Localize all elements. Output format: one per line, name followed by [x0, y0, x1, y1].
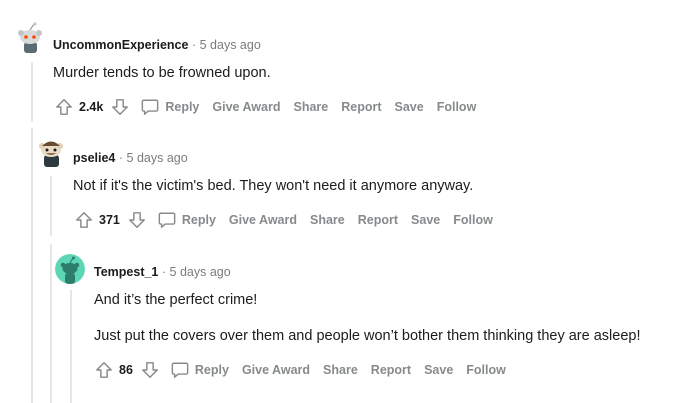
comment-actions: 2.4k Reply Give Award Share Report Save … [53, 96, 489, 118]
upvote-arrow-icon [96, 362, 112, 378]
give-award-button[interactable]: Give Award [242, 363, 310, 377]
speech-bubble-icon [158, 212, 176, 228]
reply-button[interactable]: Reply [158, 211, 216, 229]
upvote-button[interactable] [73, 209, 95, 231]
give-award-button[interactable]: Give Award [229, 213, 297, 227]
author-name[interactable]: Tempest_1 [94, 265, 158, 279]
follow-button[interactable]: Follow [466, 363, 506, 377]
author-name[interactable]: pselie4 [73, 151, 115, 165]
comment-meta: pselie4 · 5 days ago [73, 151, 188, 165]
comment-meta: Tempest_1 · 5 days ago [94, 265, 231, 279]
vote-score: 86 [119, 363, 133, 377]
downvote-button[interactable] [139, 359, 161, 381]
save-button[interactable]: Save [424, 363, 453, 377]
follow-button[interactable]: Follow [453, 213, 493, 227]
meta-separator: · [191, 38, 197, 52]
upvote-arrow-icon [76, 212, 92, 228]
author-name[interactable]: UncommonExperience [53, 38, 188, 52]
snoo-avatar-icon [55, 254, 85, 284]
comment-body: Murder tends to be frowned upon. [53, 65, 271, 81]
downvote-button[interactable] [109, 96, 131, 118]
snoo-avatar-icon [34, 134, 68, 168]
downvote-arrow-icon [128, 212, 145, 228]
downvote-button[interactable] [126, 209, 148, 231]
upvote-button[interactable] [93, 359, 115, 381]
timestamp[interactable]: 5 days ago [127, 151, 188, 165]
speech-bubble-icon [171, 362, 189, 378]
share-button[interactable]: Share [293, 100, 328, 114]
upvote-button[interactable] [53, 96, 75, 118]
speech-bubble-icon [141, 99, 159, 115]
reply-label: Reply [181, 213, 216, 227]
timestamp[interactable]: 5 days ago [170, 265, 231, 279]
downvote-arrow-icon [112, 99, 129, 115]
follow-button[interactable]: Follow [437, 100, 477, 114]
avatar[interactable] [13, 21, 47, 55]
report-button[interactable]: Report [358, 213, 398, 227]
thread-line[interactable] [31, 128, 33, 403]
reply-label: Reply [194, 363, 229, 377]
meta-separator: · [161, 265, 167, 279]
report-button[interactable]: Report [371, 363, 411, 377]
report-button[interactable]: Report [341, 100, 381, 114]
thread-line[interactable] [50, 244, 52, 403]
comment-actions: 371 Reply Give Award Share Report Save F… [73, 209, 506, 231]
timestamp[interactable]: 5 days ago [200, 38, 261, 52]
comment-meta: UncommonExperience · 5 days ago [53, 38, 261, 52]
reply-button[interactable]: Reply [141, 98, 199, 116]
thread-line[interactable] [70, 290, 72, 403]
comment-body-paragraph: Just put the covers over them and people… [94, 328, 641, 344]
meta-separator: · [118, 151, 124, 165]
share-button[interactable]: Share [310, 213, 345, 227]
share-button[interactable]: Share [323, 363, 358, 377]
vote-score: 371 [99, 213, 120, 227]
thread-line[interactable] [50, 176, 52, 236]
thread-line[interactable] [31, 62, 33, 122]
avatar[interactable] [34, 134, 68, 168]
downvote-arrow-icon [141, 362, 158, 378]
comment-body: Not if it's the victim's bed. They won't… [73, 178, 474, 194]
upvote-arrow-icon [56, 99, 72, 115]
snoo-avatar-icon [13, 21, 47, 55]
avatar[interactable] [55, 254, 85, 284]
reply-label: Reply [165, 100, 200, 114]
reply-button[interactable]: Reply [171, 361, 229, 379]
give-award-button[interactable]: Give Award [212, 100, 280, 114]
save-button[interactable]: Save [395, 100, 424, 114]
save-button[interactable]: Save [411, 213, 440, 227]
vote-score: 2.4k [79, 100, 104, 114]
comment-actions: 86 Reply Give Award Share Report Save Fo… [93, 359, 519, 381]
comment-body-paragraph: And it’s the perfect crime! [94, 292, 258, 308]
